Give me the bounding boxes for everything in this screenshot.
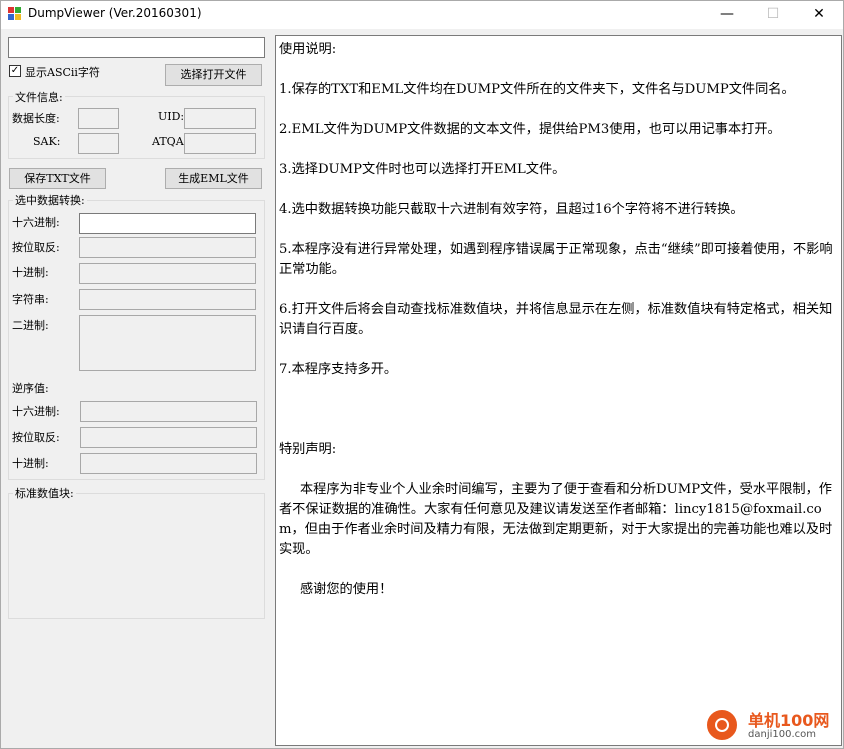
rev-decimal-label: 十进制: — [12, 457, 49, 470]
file-info-title: 文件信息: — [13, 89, 65, 105]
hex-label: 十六进制: — [12, 216, 60, 229]
instruction-line — [279, 140, 841, 160]
sak-label: SAK: — [33, 135, 61, 148]
uid-label: UID: — [158, 110, 185, 123]
instruction-line — [279, 560, 841, 580]
instruction-line — [279, 60, 841, 80]
open-file-button[interactable]: 选择打开文件 — [165, 64, 262, 86]
rev-bitwise-not-field[interactable] — [80, 427, 257, 448]
instructions-textbox[interactable]: 使用说明: 1.保存的TXT和EML文件均在DUMP文件所在的文件夹下，文件名与D… — [275, 35, 842, 746]
uid-field[interactable] — [184, 108, 256, 129]
watermark-logo-icon — [704, 707, 740, 743]
watermark: 单机100网 danji100.com — [698, 701, 843, 748]
instruction-line: 感谢您的使用！ — [279, 582, 393, 597]
instruction-line — [279, 220, 841, 240]
instruction-line: 6.打开文件后将会自动查找标准数值块，并将信息显示在左侧，标准数值块有特定格式，… — [279, 302, 833, 337]
maximize-button[interactable]: ☐ — [750, 1, 796, 29]
instruction-line — [279, 380, 841, 400]
instruction-line: 使用说明: — [279, 42, 337, 57]
show-ascii-checkbox[interactable]: ✓ — [9, 65, 21, 77]
instruction-line: 4.选中数据转换功能只截取十六进制有效字符，且超过16个字符将不进行转换。 — [279, 202, 744, 217]
atqa-field[interactable] — [184, 133, 256, 154]
decimal-field[interactable] — [79, 263, 256, 284]
watermark-brand: 单机100网 — [748, 711, 830, 730]
show-ascii-label: 显示ASCii字符 — [25, 66, 100, 79]
instruction-line — [279, 420, 841, 440]
binary-field[interactable] — [79, 315, 256, 371]
binary-label: 二进制: — [12, 319, 49, 332]
instruction-line — [279, 280, 841, 300]
atqa-label: ATQA: — [152, 135, 188, 148]
file-path-input[interactable] — [8, 37, 265, 58]
instruction-line: 7.本程序支持多开。 — [279, 362, 398, 377]
instruction-line: 1.保存的TXT和EML文件均在DUMP文件所在的文件夹下，文件名与DUMP文件… — [279, 82, 795, 97]
rev-hex-label: 十六进制: — [12, 405, 60, 418]
generate-eml-button[interactable]: 生成EML文件 — [165, 168, 262, 189]
rev-bitwise-not-label: 按位取反: — [12, 431, 60, 444]
instruction-line — [279, 180, 841, 200]
instruction-line — [279, 400, 841, 420]
window-title: DumpViewer (Ver.20160301) — [28, 6, 202, 20]
sak-field[interactable] — [78, 133, 119, 154]
reverse-title: 逆序值: — [12, 382, 49, 395]
bitwise-not-label: 按位取反: — [12, 241, 60, 254]
app-icon — [8, 7, 22, 21]
std-block-group — [8, 493, 265, 619]
bitwise-not-field[interactable] — [79, 237, 256, 258]
instruction-line — [279, 460, 841, 480]
watermark-url: danji100.com — [748, 729, 816, 740]
instruction-line — [279, 100, 841, 120]
string-field[interactable] — [79, 289, 256, 310]
data-length-field[interactable] — [78, 108, 119, 129]
instruction-line: 3.选择DUMP文件时也可以选择打开EML文件。 — [279, 162, 566, 177]
string-label: 字符串: — [12, 293, 49, 306]
save-txt-button[interactable]: 保存TXT文件 — [9, 168, 106, 189]
rev-decimal-field[interactable] — [80, 453, 257, 474]
instruction-line: 2.EML文件为DUMP文件数据的文本文件，提供给PM3使用，也可以用记事本打开… — [279, 122, 781, 137]
data-length-label: 数据长度: — [12, 112, 60, 125]
rev-hex-field[interactable] — [80, 401, 257, 422]
title-bar[interactable]: DumpViewer (Ver.20160301) — ☐ ✕ — [1, 1, 843, 29]
app-window: DumpViewer (Ver.20160301) — ☐ ✕ ✓ 显示ASCi… — [0, 0, 844, 749]
convert-title: 选中数据转换: — [13, 192, 87, 208]
hex-input[interactable] — [79, 213, 256, 234]
instruction-line: 特别声明: — [279, 442, 337, 457]
minimize-button[interactable]: — — [704, 1, 750, 29]
instruction-line: 5.本程序没有进行异常处理，如遇到程序错误属于正常现象，点击“继续”即可接着使用… — [279, 242, 833, 277]
instructions-lines: 使用说明: 1.保存的TXT和EML文件均在DUMP文件所在的文件夹下，文件名与D… — [279, 40, 841, 600]
instruction-line: 本程序为非专业个人业余时间编写，主要为了便于查看和分析DUMP文件，受水平限制，… — [279, 482, 833, 557]
std-block-title: 标准数值块: — [13, 485, 76, 501]
close-button[interactable]: ✕ — [796, 1, 842, 29]
instruction-line — [279, 340, 841, 360]
decimal-label: 十进制: — [12, 266, 49, 279]
